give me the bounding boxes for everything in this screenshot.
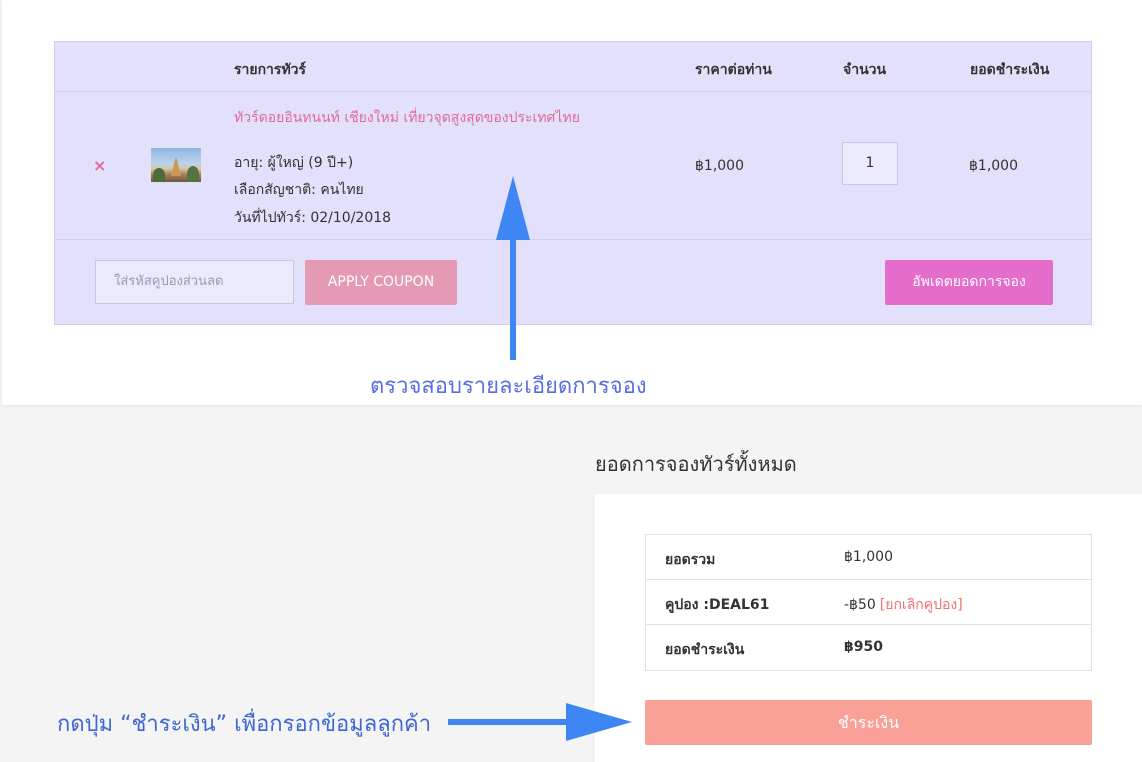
cart-item-row: × ทัวร์ดอยอินทนนท์ เชียงใหม่ เที่ยวจุดสู… (55, 92, 1091, 240)
cart-table: รายการทัวร์ ราคาต่อท่าน จำนวน ยอดชำระเงิ… (54, 41, 1092, 325)
item-meta-age: อายุ: ผู้ใหญ่ (9 ปี+) (234, 155, 354, 171)
header-subtotal: ยอดชำระเงิน (970, 62, 1050, 78)
coupon-discount-value: -฿50 (844, 597, 876, 613)
totals-card: ยอดรวม ฿1,000 คูปอง :DEAL61 -฿50 [ยกเลิกค… (595, 494, 1142, 762)
subtotal-value: ฿1,000 (844, 549, 893, 565)
totals-row-coupon: คูปอง :DEAL61 -฿50 [ยกเลิกคูปอง] (646, 580, 1091, 625)
remove-item-icon[interactable]: × (93, 156, 106, 175)
update-cart-button[interactable]: อัพเดตยอดการจอง (885, 260, 1053, 305)
remove-coupon-link[interactable]: [ยกเลิกคูปอง] (880, 597, 963, 613)
arrow-up-line (510, 230, 516, 360)
header-quantity: จำนวน (843, 62, 887, 78)
review-caption: ตรวจสอบรายละเอียดการจอง (370, 374, 647, 399)
tour-thumbnail[interactable] (151, 148, 201, 182)
arrow-right-line (448, 719, 578, 725)
quantity-input[interactable]: 1 (842, 142, 898, 185)
arrow-right-icon (566, 703, 632, 741)
item-subtotal: ฿1,000 (969, 158, 1018, 174)
totals-row-total: ยอดชำระเงิน ฿950 (646, 625, 1091, 670)
coupon-value-wrap: -฿50 [ยกเลิกคูปอง] (844, 594, 963, 616)
apply-coupon-button[interactable]: APPLY COUPON (305, 260, 457, 305)
total-value: ฿950 (844, 639, 883, 655)
totals-row-subtotal: ยอดรวม ฿1,000 (646, 535, 1091, 580)
item-meta-nationality: เลือกสัญชาติ: คนไทย (234, 182, 364, 198)
pay-caption: กดปุ่ม “ชำระเงิน” เพื่อกรอกข้อมูลลูกค้า (57, 712, 432, 737)
header-price: ราคาต่อท่าน (695, 62, 772, 78)
header-product: รายการทัวร์ (234, 62, 307, 78)
coupon-code-input[interactable]: ใส่รหัสคูปองส่วนลด (95, 260, 294, 304)
totals-title: ยอดการจองทัวร์ทั้งหมด (595, 452, 797, 476)
cart-table-header: รายการทัวร์ ราคาต่อท่าน จำนวน ยอดชำระเงิ… (55, 42, 1091, 92)
total-label: ยอดชำระเงิน (665, 642, 745, 658)
tour-name-link[interactable]: ทัวร์ดอยอินทนนท์ เชียงใหม่ เที่ยวจุดสูงส… (234, 107, 580, 129)
coupon-label: คูปอง :DEAL61 (665, 597, 770, 613)
item-meta-date: วันที่ไปทัวร์: 02/10/2018 (234, 210, 392, 226)
checkout-button[interactable]: ชำระเงิน (645, 700, 1092, 745)
item-price: ฿1,000 (695, 158, 744, 174)
cart-panel: รายการทัวร์ ราคาต่อท่าน จำนวน ยอดชำระเงิ… (2, 0, 1142, 405)
totals-table: ยอดรวม ฿1,000 คูปอง :DEAL61 -฿50 [ยกเลิกค… (645, 534, 1092, 671)
subtotal-label: ยอดรวม (665, 552, 716, 568)
